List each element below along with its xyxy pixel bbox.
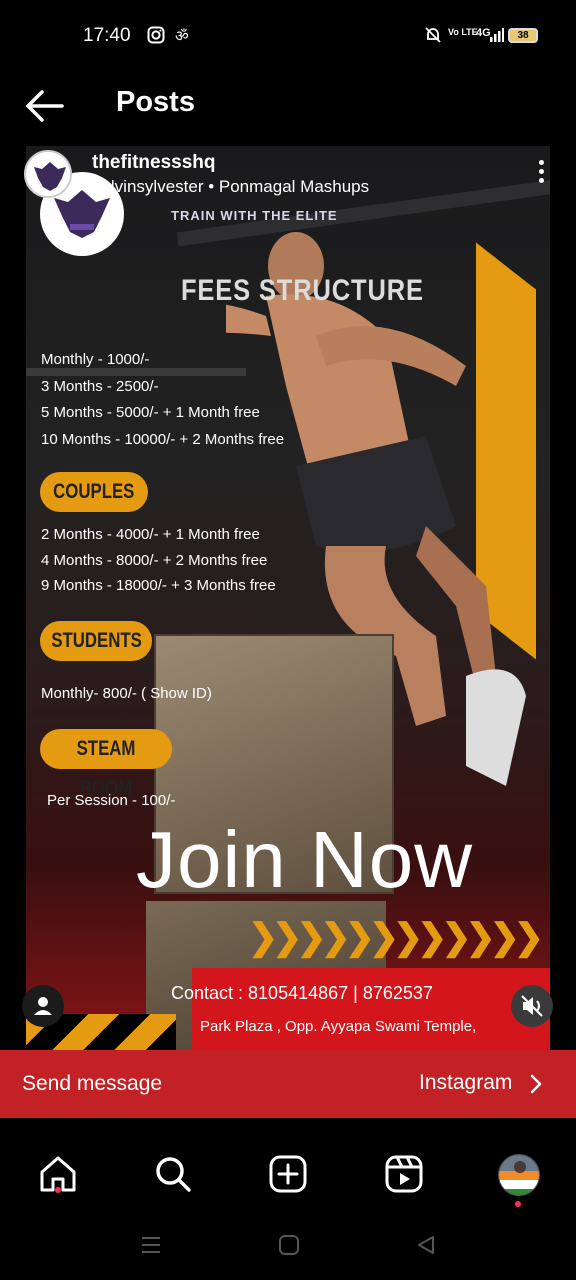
address-line: Park Plaza , Opp. Ayyapa Swami Temple, [200, 1018, 477, 1035]
fitness-poster-image: TRAIN WITH THE ELITE FEES STRUCTURE Mont… [26, 146, 550, 1050]
author-username[interactable]: thefitnessshq [92, 152, 216, 174]
nav-search[interactable] [153, 1154, 193, 1194]
plus-square-icon [269, 1155, 307, 1193]
tagged-users-button[interactable] [22, 985, 64, 1027]
system-navigation-bar [0, 1210, 576, 1280]
mute-audio-button[interactable] [511, 985, 553, 1027]
instagram-link[interactable]: Instagram [419, 1071, 512, 1095]
fee-line: Monthly - 1000/- [41, 351, 150, 368]
signal-icon [490, 28, 504, 47]
status-bar: 17:40 ॐ Vo LTE 4G 38 [0, 0, 576, 72]
couples-fee-line: 2 Months - 4000/- + 1 Month free [41, 526, 260, 543]
fee-line: 3 Months - 2500/- [41, 378, 159, 395]
home-button-icon[interactable] [278, 1234, 300, 1256]
more-options-button[interactable] [533, 160, 549, 188]
muted-speaker-icon [521, 995, 543, 1017]
contact-banner [192, 968, 550, 1050]
contact-numbers: Contact : 8105414867 | 8762537 [171, 983, 433, 1003]
recent-apps-icon[interactable] [140, 1234, 162, 1256]
arrow-left-icon [26, 90, 64, 122]
back-button[interactable] [22, 86, 68, 126]
status-time: 17:40 [83, 25, 131, 46]
bottom-navigation [0, 1140, 576, 1210]
user-icon [34, 997, 52, 1015]
more-vertical-icon [533, 160, 549, 183]
send-message-bar[interactable]: Send message Instagram [0, 1050, 576, 1118]
page-title: Posts [116, 86, 195, 118]
network-type: 4G [476, 27, 491, 39]
author-avatar[interactable] [24, 150, 72, 198]
search-icon [156, 1157, 191, 1192]
steam-fee-line: Per Session - 100/- [47, 792, 176, 809]
mute-bell-icon [424, 26, 442, 49]
couples-fee-line: 9 Months - 18000/- + 3 Months free [41, 577, 276, 594]
nav-reels[interactable] [384, 1154, 424, 1194]
chevron-right-icon [530, 1074, 542, 1094]
top-app-bar: Posts [0, 72, 576, 146]
app-notification-icon: ॐ [175, 28, 189, 45]
instagram-notification-icon [147, 26, 165, 49]
nav-profile-avatar[interactable] [498, 1154, 540, 1196]
fees-structure-title: FEES STRUCTURE [181, 274, 424, 307]
home-notification-dot [55, 1187, 61, 1193]
fee-line: 5 Months - 5000/- + 1 Month free [41, 404, 260, 421]
students-fee-line: Monthly- 800/- ( Show ID) [41, 685, 212, 702]
students-badge: STUDENTS [40, 621, 152, 661]
profile-notification-dot [515, 1201, 521, 1207]
reels-icon [385, 1155, 423, 1193]
join-now-heading: Join Now [136, 815, 474, 904]
nav-create[interactable] [268, 1154, 308, 1194]
system-back-icon[interactable] [415, 1234, 437, 1256]
couples-fee-line: 4 Months - 8000/- + 2 Months free [41, 552, 268, 569]
steam-room-badge: STEAM ROOM [40, 729, 172, 800]
poster-tagline: TRAIN WITH THE ELITE [171, 208, 338, 223]
send-message-button[interactable]: Send message [22, 1072, 162, 1096]
collab-and-audio[interactable]: nelvinsylvester • Ponmagal Mashups [92, 177, 369, 197]
battery-icon: 38 [508, 28, 538, 43]
post-media[interactable]: TRAIN WITH THE ELITE FEES STRUCTURE Mont… [0, 146, 576, 1050]
volte-indicator: Vo LTE [448, 27, 478, 37]
fee-line: 10 Months - 10000/- + 2 Months free [41, 431, 285, 448]
chevron-arrows-decoration: ❯❯❯❯❯❯❯❯❯❯❯❯ [248, 916, 544, 957]
couples-badge: COUPLES [40, 472, 148, 512]
